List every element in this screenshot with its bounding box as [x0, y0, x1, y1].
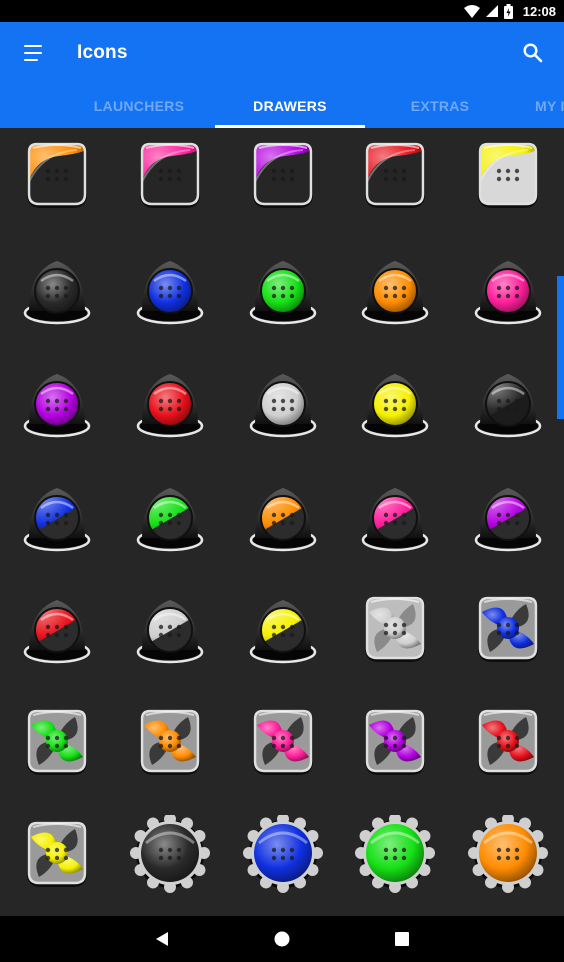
drawer-icon-purple-split-disk[interactable] — [468, 478, 548, 558]
drawer-icon-red-split-disk[interactable] — [17, 590, 97, 670]
drawer-icon-red-swirl[interactable] — [468, 703, 548, 783]
drawer-icon-yellow-split-rounded[interactable] — [468, 136, 548, 216]
tab-launchers[interactable]: LAUNCHERS — [64, 84, 214, 128]
drawer-icon-green-round-disk[interactable] — [243, 251, 323, 331]
tab-drawers[interactable]: DRAWERS — [215, 84, 365, 128]
drawer-icon-yellow-split-disk[interactable] — [243, 590, 323, 670]
back-icon[interactable] — [150, 927, 174, 951]
home-icon[interactable] — [270, 927, 294, 951]
drawer-icon-red-round-disk[interactable] — [130, 364, 210, 444]
drawer-icon-blue-gear[interactable] — [243, 813, 323, 895]
drawer-icon-purple-swirl[interactable] — [355, 703, 435, 783]
clock: 12:08 — [522, 3, 556, 19]
drawer-icon-orange-split-rounded[interactable] — [17, 136, 97, 216]
drawer-icon-blue-swirl[interactable] — [468, 590, 548, 670]
wifi-icon — [463, 4, 480, 18]
drawer-icon-pink-split-disk[interactable] — [355, 478, 435, 558]
tab-bar: ES LAUNCHERS DRAWERS EXTRAS MY I — [0, 84, 564, 128]
drawer-icon-black-split-disk[interactable] — [468, 364, 548, 444]
drawer-icon-green-gear[interactable] — [355, 813, 435, 895]
drawer-icon-pink-swirl[interactable] — [243, 703, 323, 783]
drawer-icon-red-split-rounded[interactable] — [355, 136, 435, 216]
drawer-icon-yellow-swirl[interactable] — [17, 815, 97, 895]
drawer-icon-silver-split-disk[interactable] — [130, 590, 210, 670]
tab-partial-right[interactable]: MY I — [508, 84, 564, 128]
app-title: Icons — [77, 42, 128, 63]
drawer-icon-green-split-disk[interactable] — [130, 478, 210, 558]
drawer-icon-orange-split-disk[interactable] — [243, 478, 323, 558]
drawer-icon-black-gear[interactable] — [130, 813, 210, 895]
scrollbar-thumb[interactable] — [557, 276, 564, 419]
drawer-icon-purple-round-disk[interactable] — [17, 364, 97, 444]
icon-grid — [0, 128, 564, 916]
drawer-icon-orange-gear[interactable] — [468, 813, 548, 895]
hamburger-menu-icon[interactable] — [24, 45, 46, 61]
drawer-icon-blue-split-disk[interactable] — [17, 478, 97, 558]
drawer-icon-green-swirl[interactable] — [17, 703, 97, 783]
drawer-icon-orange-swirl[interactable] — [130, 703, 210, 783]
recents-icon[interactable] — [390, 927, 414, 951]
drawer-icon-silver-round-disk[interactable] — [243, 364, 323, 444]
drawer-icon-pink-split-rounded[interactable] — [130, 136, 210, 216]
search-icon[interactable] — [522, 42, 544, 64]
drawer-icon-blue-round-disk[interactable] — [130, 251, 210, 331]
battery-icon — [503, 3, 513, 19]
drawer-icon-orange-round-disk[interactable] — [355, 251, 435, 331]
tab-extras[interactable]: EXTRAS — [365, 84, 515, 128]
app-bar: Icons — [0, 22, 564, 84]
drawer-icon-yellow-round-disk[interactable] — [355, 364, 435, 444]
drawer-icon-pink-round-disk[interactable] — [468, 251, 548, 331]
drawer-icon-black-round-disk[interactable] — [17, 251, 97, 331]
drawer-icon-silver-swirl[interactable] — [355, 590, 435, 670]
drawer-icon-purple-split-rounded[interactable] — [243, 136, 323, 216]
signal-icon — [485, 5, 498, 17]
tab-partial-left[interactable]: ES — [0, 84, 20, 128]
navigation-bar — [0, 916, 564, 962]
status-bar: 12:08 — [0, 0, 564, 22]
